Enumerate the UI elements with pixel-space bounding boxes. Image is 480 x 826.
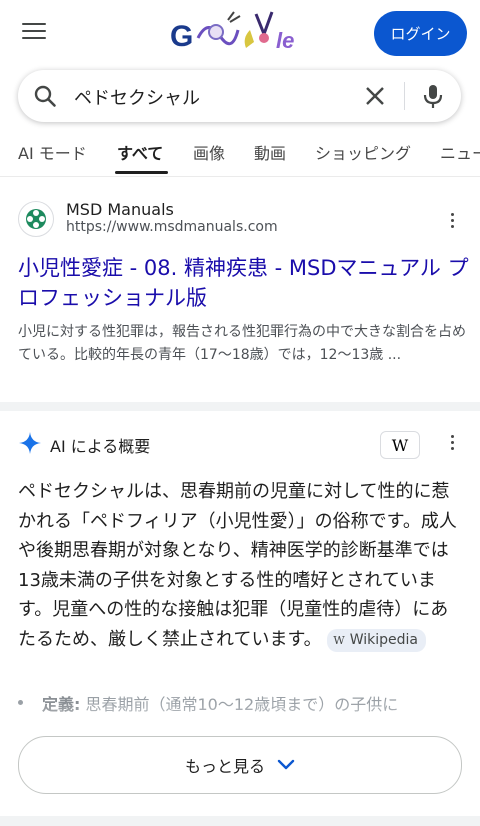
tab-all[interactable]: すべて <box>117 140 163 164</box>
ai-overview-body: ペドセクシャルは、思春期前の児童に対して性的に惹かれる「ペドフィリア（小児性愛）… <box>18 481 457 650</box>
microphone-icon[interactable] <box>420 83 446 113</box>
result-site-name[interactable]: MSD Manuals <box>66 200 174 219</box>
ai-overview: AI による概要 W ペドセクシャルは、思春期前の児童に対して性的に惹かれる「ペ… <box>0 411 480 826</box>
show-more-button[interactable]: もっと見る <box>18 736 462 794</box>
search-divider <box>404 82 405 110</box>
msd-favicon-icon <box>18 201 54 237</box>
section-divider <box>0 402 480 411</box>
ai-overview-text: ペドセクシャルは、思春期前の児童に対して性的に惹かれる「ペドフィリア（小児性愛）… <box>18 477 464 654</box>
tab-images[interactable]: 画像 <box>193 140 225 164</box>
search-input[interactable]: ペドセクシャル <box>74 84 200 110</box>
search-icon[interactable] <box>33 84 57 112</box>
tab-videos[interactable]: 動画 <box>254 140 286 164</box>
wikipedia-logo-icon[interactable]: W <box>380 431 420 459</box>
wikipedia-w-icon: W <box>333 633 345 647</box>
more-options-icon[interactable] <box>440 213 464 233</box>
search-box[interactable]: ペドセクシャル <box>18 70 461 122</box>
active-tab-indicator <box>115 171 168 174</box>
result-snippet: 小児に対する性犯罪は，報告される性犯罪行為の中で大きな割合を占めている。比較的年… <box>18 324 466 363</box>
result-url[interactable]: https://www.msdmanuals.com <box>66 219 278 235</box>
tab-ai-mode[interactable]: AI モード <box>18 140 87 164</box>
citation-label: Wikipedia <box>349 631 418 648</box>
chevron-down-icon <box>277 759 295 770</box>
svg-text:le: le <box>276 28 294 53</box>
bottom-divider <box>0 816 480 826</box>
search-result: MSD Manuals https://www.msdmanuals.com 小… <box>0 177 480 402</box>
tab-shopping[interactable]: ショッピング <box>315 140 411 164</box>
tab-news[interactable]: ニュース <box>440 140 480 164</box>
svg-text:G: G <box>170 20 193 53</box>
result-title-link[interactable]: 小児性愛症 - 08. 精神疾患 - MSDマニュアル プロフェッショナル版 <box>18 253 470 313</box>
clear-icon[interactable] <box>364 85 386 111</box>
show-more-label: もっと見る <box>184 757 265 776</box>
login-button[interactable]: ログイン <box>374 11 467 56</box>
top-bar: G le ログイン <box>0 0 480 66</box>
ai-overview-title: AI による概要 <box>50 437 151 456</box>
wikipedia-citation-chip[interactable]: W Wikipedia <box>327 628 426 652</box>
ai-more-options-icon[interactable] <box>440 435 464 455</box>
search-tabs: AI モード すべて 画像 動画 ショッピング ニュース <box>0 126 480 176</box>
hamburger-menu-icon[interactable] <box>22 23 46 43</box>
google-doodle-logo[interactable]: G le <box>168 8 318 58</box>
ai-sparkle-icon <box>18 431 42 459</box>
